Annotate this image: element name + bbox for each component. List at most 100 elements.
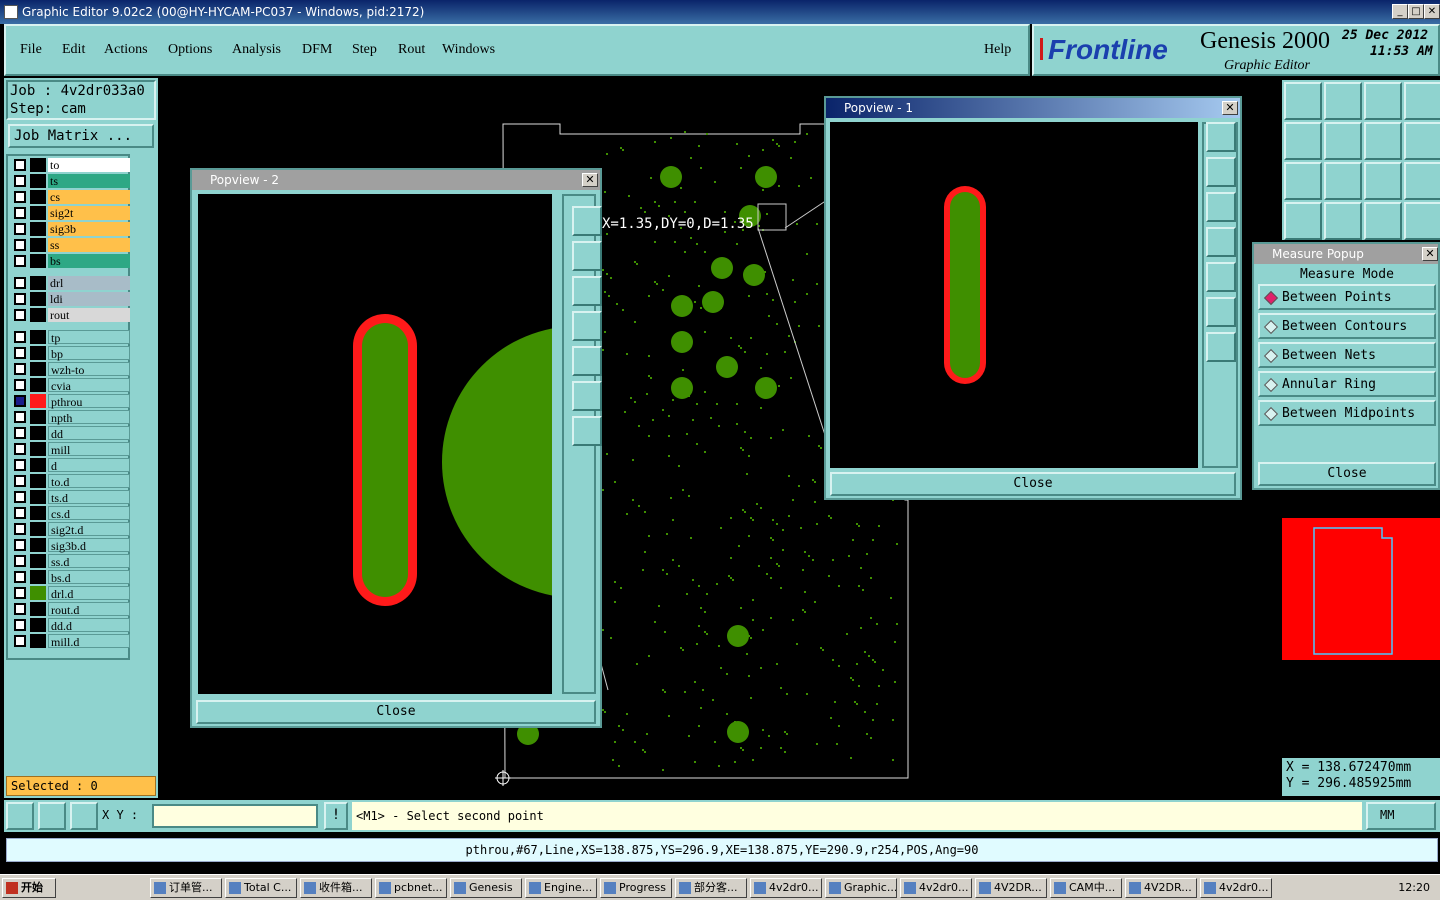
layer-row[interactable]: bp bbox=[12, 346, 130, 361]
help-icon[interactable] bbox=[1404, 162, 1440, 200]
layer-checkbox[interactable] bbox=[14, 191, 26, 203]
layer-checkbox[interactable] bbox=[14, 411, 26, 423]
layer-checkbox[interactable] bbox=[14, 223, 26, 235]
layer-row[interactable]: cvia bbox=[12, 378, 130, 393]
popview-1-tool-icon-6[interactable] bbox=[1206, 332, 1236, 362]
popview-1-close-icon[interactable]: ✕ bbox=[1222, 101, 1238, 115]
tools-icon[interactable] bbox=[1284, 202, 1322, 240]
layer-row[interactable]: drl bbox=[12, 276, 130, 290]
drill-icon[interactable] bbox=[1324, 202, 1362, 240]
popview-2-tool-icon-6[interactable] bbox=[572, 416, 602, 446]
layer-checkbox[interactable] bbox=[14, 347, 26, 359]
layer-checkbox[interactable] bbox=[14, 363, 26, 375]
popview-2-tool-icon-2[interactable] bbox=[572, 276, 602, 306]
layer-row[interactable]: bs bbox=[12, 254, 130, 268]
snap-icon[interactable] bbox=[1404, 122, 1440, 160]
taskbar-item[interactable]: 收件箱... bbox=[300, 878, 372, 898]
job-matrix-button[interactable]: Job Matrix ... bbox=[8, 124, 154, 148]
measure-option-between-contours[interactable]: Between Contours bbox=[1258, 313, 1436, 339]
layer-row[interactable]: ts.d bbox=[12, 490, 130, 505]
layer-checkbox[interactable] bbox=[14, 427, 26, 439]
measure-option-between-midpoints[interactable]: Between Midpoints bbox=[1258, 400, 1436, 426]
layer-checkbox[interactable] bbox=[14, 175, 26, 187]
taskbar-item[interactable]: 4V2DR... bbox=[975, 878, 1047, 898]
layer-checkbox[interactable] bbox=[14, 395, 26, 407]
taskbar-item[interactable]: 订单管... bbox=[150, 878, 222, 898]
measure-option-between-points[interactable]: Between Points bbox=[1258, 284, 1436, 310]
zoom-in-icon[interactable] bbox=[1284, 162, 1322, 200]
popview-2-canvas[interactable] bbox=[198, 194, 558, 694]
xy-input[interactable] bbox=[152, 804, 318, 828]
taskbar-item[interactable]: CAM中... bbox=[1050, 878, 1122, 898]
layer-checkbox[interactable] bbox=[14, 523, 26, 535]
popview-2-tool-icon-4[interactable] bbox=[572, 346, 602, 376]
taskbar-item[interactable]: Total C... bbox=[225, 878, 297, 898]
layer-row[interactable]: drl.d bbox=[12, 586, 130, 601]
layer-row[interactable]: ts bbox=[12, 174, 130, 188]
move-right-icon[interactable] bbox=[1324, 122, 1362, 160]
layer-checkbox[interactable] bbox=[14, 539, 26, 551]
layer-checkbox[interactable] bbox=[14, 207, 26, 219]
taskbar-item[interactable]: 4V2DR... bbox=[1125, 878, 1197, 898]
layer-checkbox[interactable] bbox=[14, 159, 26, 171]
popview-1-canvas[interactable] bbox=[830, 122, 1198, 468]
close-window-button[interactable]: ✕ bbox=[1424, 4, 1440, 19]
taskbar-item[interactable]: Engine... bbox=[525, 878, 597, 898]
layer-row[interactable]: tp bbox=[12, 330, 130, 345]
popview-1-tool-icon-5[interactable] bbox=[1206, 297, 1236, 327]
layer-checkbox[interactable] bbox=[14, 587, 26, 599]
layer-row[interactable]: sig3b bbox=[12, 222, 130, 236]
popview-2-tool-icon-0[interactable] bbox=[572, 206, 602, 236]
layer-row[interactable]: cs.d bbox=[12, 506, 130, 521]
layer-row[interactable]: to bbox=[12, 158, 130, 172]
layer-checkbox[interactable] bbox=[14, 475, 26, 487]
taskbar-item[interactable]: pcbnet... bbox=[375, 878, 447, 898]
layer-checkbox[interactable] bbox=[14, 331, 26, 343]
menu-file[interactable]: File bbox=[20, 42, 42, 58]
menu-actions[interactable]: Actions bbox=[104, 42, 148, 58]
maximize-button[interactable]: □ bbox=[1408, 4, 1424, 19]
layer-row[interactable]: bs.d bbox=[12, 570, 130, 585]
popview-1-tool-icon-3[interactable] bbox=[1206, 227, 1236, 257]
taskbar-item[interactable]: 4v2dr0... bbox=[1200, 878, 1272, 898]
menu-edit[interactable]: Edit bbox=[62, 42, 85, 58]
layer-checkbox[interactable] bbox=[14, 443, 26, 455]
layer-row[interactable]: mill.d bbox=[12, 634, 130, 649]
layer-checkbox[interactable] bbox=[14, 379, 26, 391]
scale-icon[interactable] bbox=[1364, 162, 1402, 200]
popview-1-tool-icon-1[interactable] bbox=[1206, 157, 1236, 187]
measure-option-annular-ring[interactable]: Annular Ring bbox=[1258, 371, 1436, 397]
minimize-button[interactable]: _ bbox=[1392, 4, 1408, 19]
menu-rout[interactable]: Rout bbox=[398, 42, 425, 58]
layer-row[interactable]: pthrou bbox=[12, 394, 130, 409]
window-icon[interactable] bbox=[1404, 82, 1440, 120]
taskbar-item[interactable]: Genesis bbox=[450, 878, 522, 898]
popview-1-tool-icon-4[interactable] bbox=[1206, 262, 1236, 292]
popview-2-close-button[interactable]: Close bbox=[196, 700, 596, 724]
net-icon[interactable] bbox=[1364, 202, 1402, 240]
menu-analysis[interactable]: Analysis bbox=[232, 42, 281, 58]
layer-checkbox[interactable] bbox=[14, 293, 26, 305]
layer-row[interactable]: rout.d bbox=[12, 602, 130, 617]
popview-2-close-icon[interactable]: ✕ bbox=[582, 173, 598, 187]
popview-2-tool-icon-1[interactable] bbox=[572, 241, 602, 271]
layer-row[interactable]: sig2t.d bbox=[12, 522, 130, 537]
layer-checkbox[interactable] bbox=[14, 571, 26, 583]
layer-row[interactable]: ss bbox=[12, 238, 130, 252]
layer-checkbox[interactable] bbox=[14, 239, 26, 251]
layer-row[interactable]: mill bbox=[12, 442, 130, 457]
popview-1-tool-icon-2[interactable] bbox=[1206, 192, 1236, 222]
undo-icon[interactable] bbox=[1364, 122, 1402, 160]
home-icon[interactable] bbox=[1364, 82, 1402, 120]
net-highlight-icon[interactable] bbox=[1404, 202, 1440, 240]
layer-row[interactable]: ldi bbox=[12, 292, 130, 306]
zoom-fit-icon[interactable] bbox=[6, 802, 34, 830]
taskbar-item[interactable]: Graphic... bbox=[825, 878, 897, 898]
layer-checkbox[interactable] bbox=[14, 277, 26, 289]
layer-checkbox[interactable] bbox=[14, 491, 26, 503]
layer-row[interactable]: to.d bbox=[12, 474, 130, 489]
layer-row[interactable]: wzh-to bbox=[12, 362, 130, 377]
layer-row[interactable]: npth bbox=[12, 410, 130, 425]
layer-up-icon[interactable] bbox=[1284, 82, 1322, 120]
layer-row[interactable]: rout bbox=[12, 308, 130, 322]
